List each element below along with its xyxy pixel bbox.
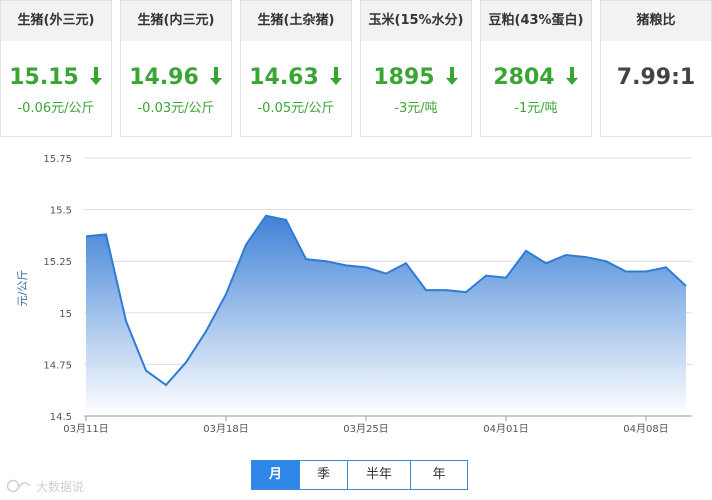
area-chart: 14.5 14.75 15 15.25 15.5 15.75 03月11日 03月18日 03月… bbox=[16, 154, 692, 435]
price-chart: 14.5 14.75 15 15.25 15.5 15.75 03月11日 03月18日 03月… bbox=[0, 148, 712, 448]
tab-month[interactable]: 月 bbox=[252, 461, 299, 489]
y-tick-label: 15.25 bbox=[43, 257, 72, 268]
tab-year[interactable]: 年 bbox=[410, 461, 467, 489]
y-axis-title: 元/公斤 bbox=[16, 270, 29, 307]
card-title: 生猪(内三元) bbox=[121, 1, 231, 41]
x-tick-label: 04月01日 bbox=[483, 423, 528, 435]
card-price: 2804 bbox=[493, 65, 555, 90]
y-tick-label: 15.75 bbox=[43, 154, 72, 165]
card-price: 14.96 bbox=[129, 65, 199, 90]
tab-quarter[interactable]: 季 bbox=[299, 461, 347, 489]
x-tick-label: 03月11日 bbox=[63, 423, 108, 435]
card-soymeal[interactable]: 豆粕(43%蛋白) 2804 -1元/吨 bbox=[480, 0, 592, 137]
x-tick-label: 04月08日 bbox=[623, 423, 668, 435]
price-cards: 生猪(外三元) 15.15 -0.06元/公斤 生猪(内三元) 14.96 -0… bbox=[0, 0, 712, 150]
card-pig-outer[interactable]: 生猪(外三元) 15.15 -0.06元/公斤 bbox=[0, 0, 112, 137]
arrow-down-icon bbox=[565, 67, 578, 85]
card-title: 生猪(外三元) bbox=[1, 1, 111, 41]
tab-half-year[interactable]: 半年 bbox=[347, 461, 410, 489]
card-price: 1895 bbox=[373, 65, 435, 90]
watermark: 大数据说 bbox=[6, 476, 84, 496]
arrow-down-icon bbox=[445, 67, 458, 85]
card-change: -3元/吨 bbox=[394, 101, 438, 116]
card-title: 猪粮比 bbox=[601, 1, 711, 41]
y-tick-label: 14.5 bbox=[50, 412, 72, 423]
card-pig-local[interactable]: 生猪(土杂猪) 14.63 -0.05元/公斤 bbox=[240, 0, 352, 137]
card-change: -1元/吨 bbox=[514, 101, 558, 116]
ratio-value: 7.99:1 bbox=[616, 65, 696, 90]
y-tick-label: 15.5 bbox=[50, 206, 72, 217]
arrow-down-icon bbox=[329, 67, 342, 85]
y-tick-label: 14.75 bbox=[43, 360, 72, 371]
range-tabs: 月 季 半年 年 bbox=[251, 460, 468, 490]
arrow-down-icon bbox=[89, 67, 102, 85]
card-price: 14.63 bbox=[249, 65, 319, 90]
card-price: 15.15 bbox=[9, 65, 79, 90]
watermark-text: 大数据说 bbox=[36, 479, 85, 494]
card-pig-inner[interactable]: 生猪(内三元) 14.96 -0.03元/公斤 bbox=[120, 0, 232, 137]
y-tick-label: 15 bbox=[59, 309, 72, 320]
card-change: -0.06元/公斤 bbox=[17, 101, 95, 116]
card-change: -0.03元/公斤 bbox=[137, 101, 215, 116]
x-tick-label: 03月18日 bbox=[203, 423, 248, 435]
card-pig-grain-ratio[interactable]: 猪粮比 7.99:1 bbox=[600, 0, 712, 137]
watermark-logo-icon bbox=[6, 479, 31, 493]
card-title: 豆粕(43%蛋白) bbox=[481, 1, 591, 41]
card-change: -0.05元/公斤 bbox=[257, 101, 335, 116]
card-title: 玉米(15%水分) bbox=[361, 1, 471, 41]
card-title: 生猪(土杂猪) bbox=[241, 1, 351, 41]
arrow-down-icon bbox=[209, 67, 222, 85]
card-corn[interactable]: 玉米(15%水分) 1895 -3元/吨 bbox=[360, 0, 472, 137]
x-tick-label: 03月25日 bbox=[343, 423, 388, 435]
area-fill bbox=[86, 215, 686, 416]
